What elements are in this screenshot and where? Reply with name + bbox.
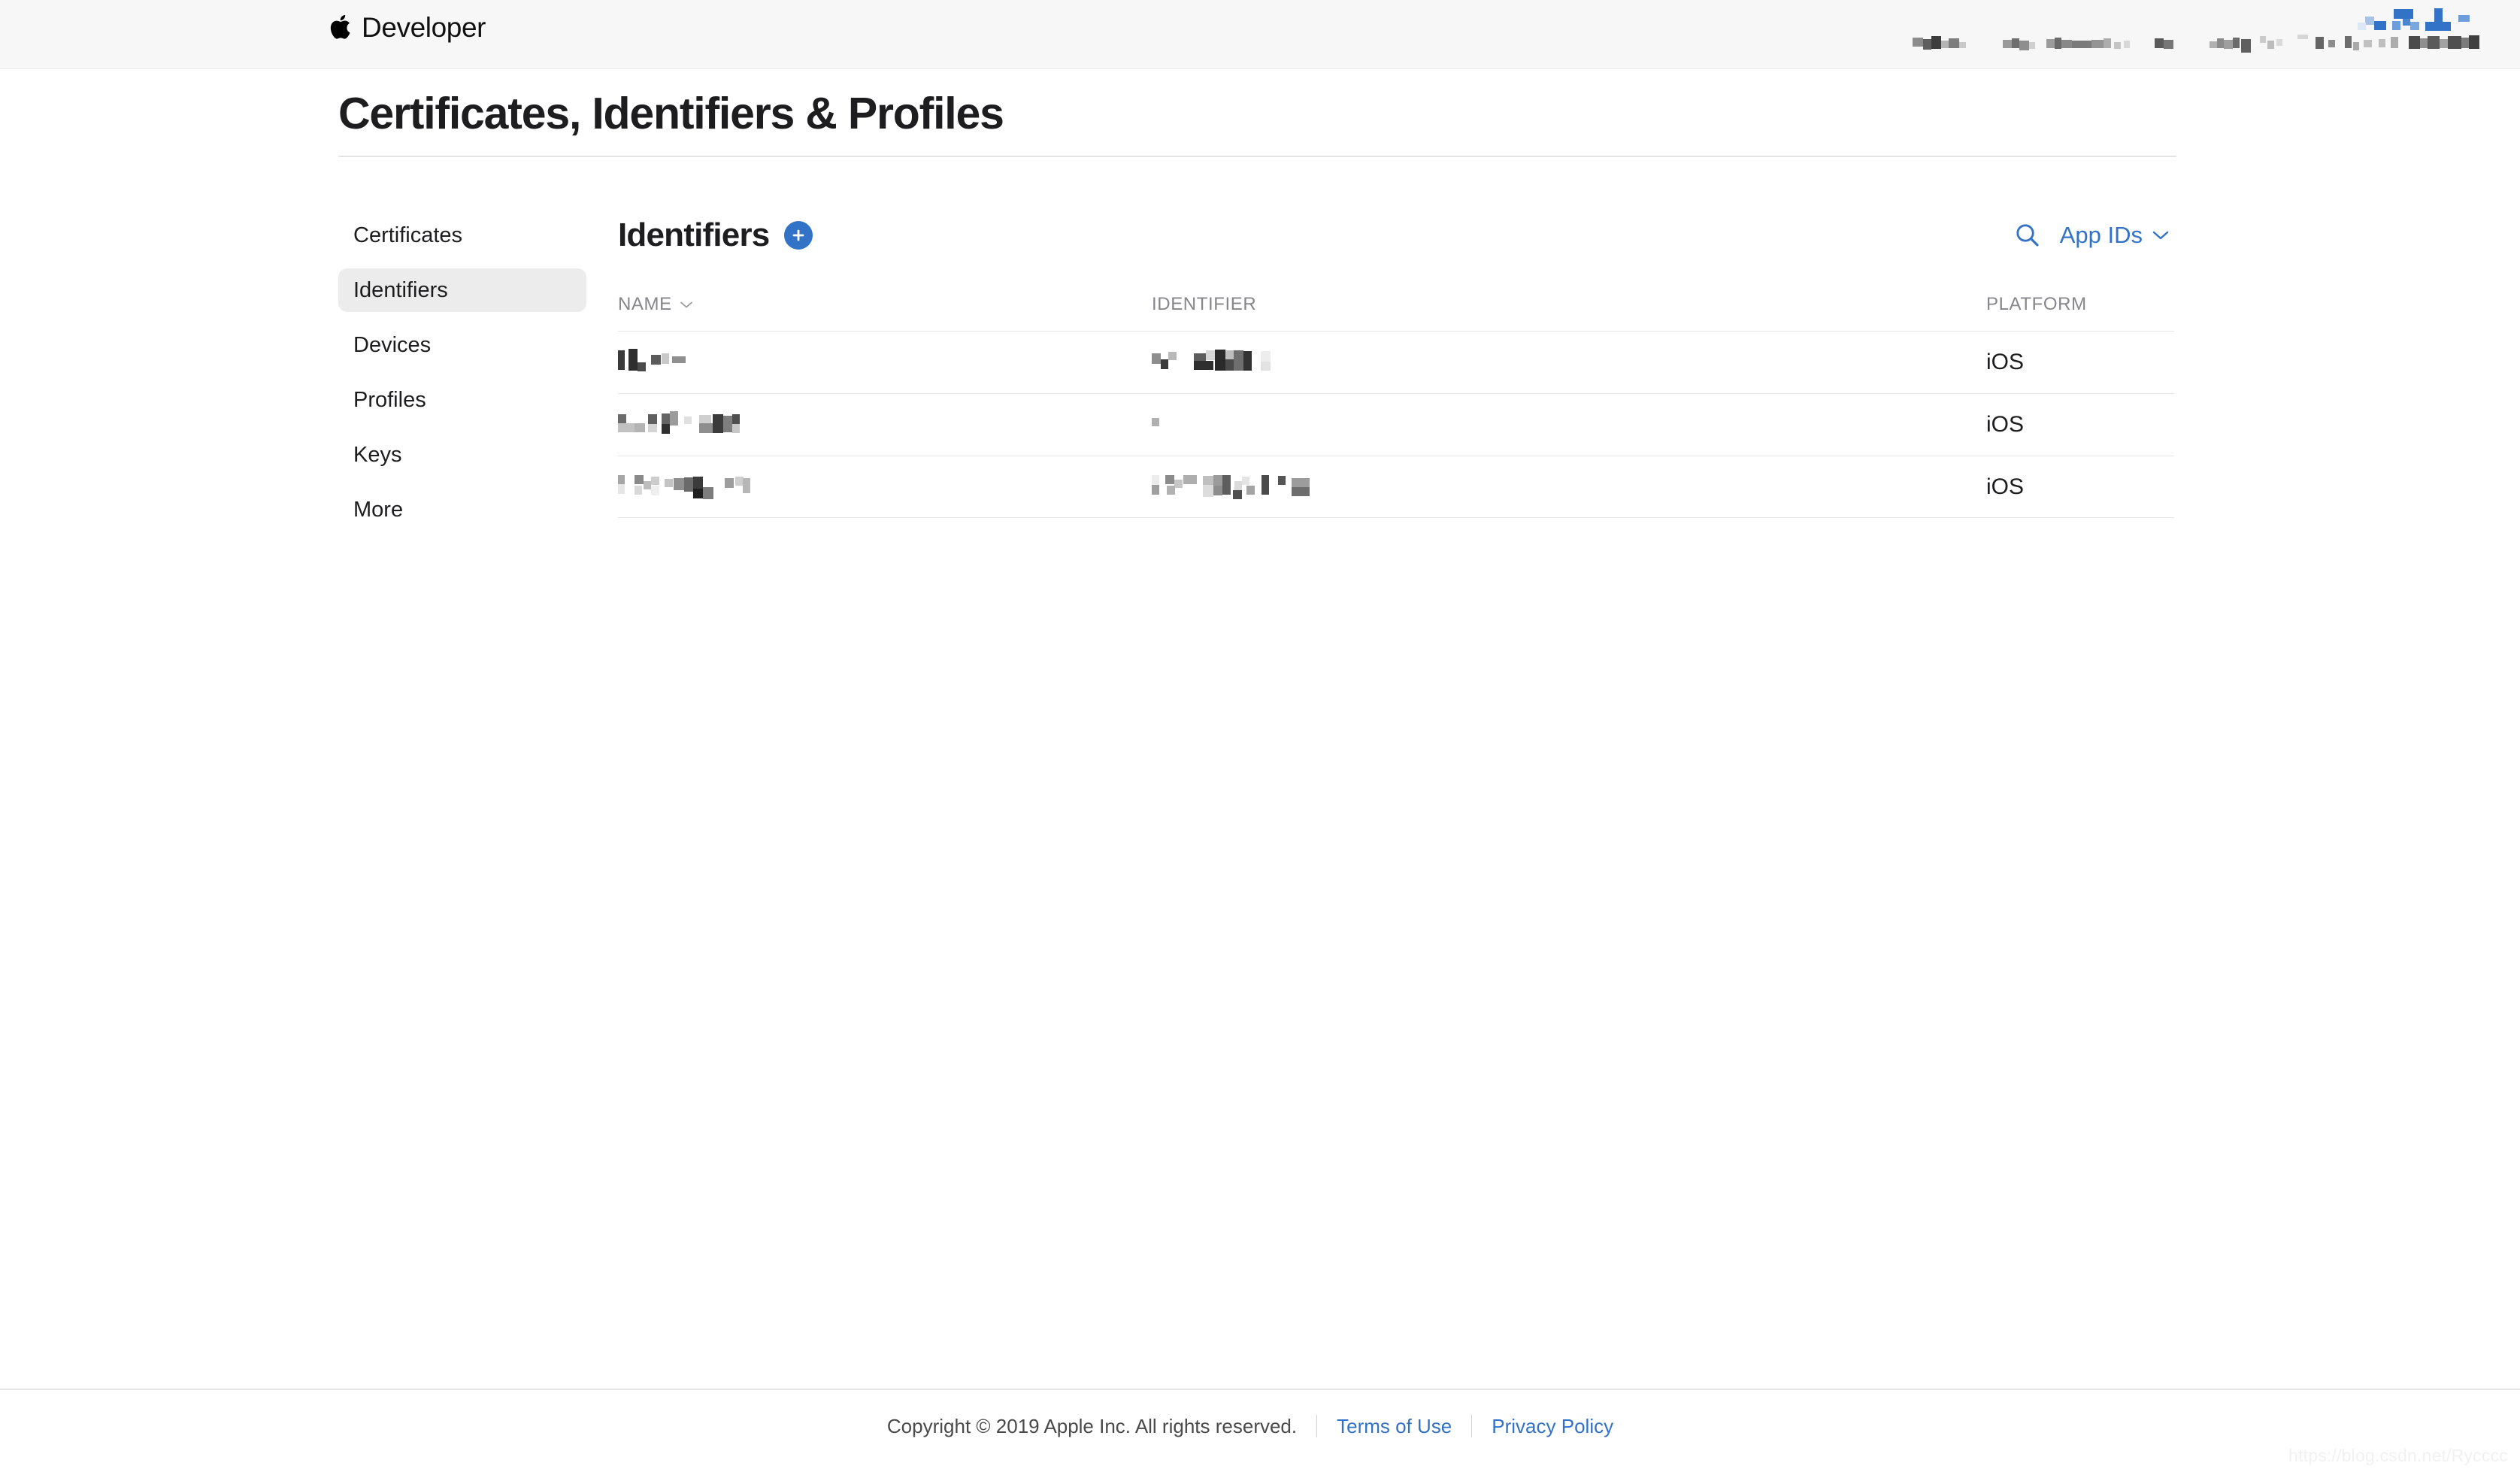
identifiers-table: NAME IDENTIFIER PLATFORM iOS iOS iOS	[618, 294, 2174, 518]
cell-platform: iOS	[1986, 474, 2025, 499]
platform-filter-label: App IDs	[2059, 222, 2143, 248]
cell-identifier-redacted	[1152, 394, 1986, 456]
cell-name-redacted	[618, 332, 1152, 393]
sidebar-item-certificates[interactable]: Certificates	[338, 214, 586, 257]
column-header-label: NAME	[618, 294, 672, 314]
copyright-text: Copyright © 2019 Apple Inc. All rights r…	[886, 1414, 1298, 1437]
privacy-policy-link[interactable]: Privacy Policy	[1472, 1415, 1633, 1438]
watermark-text: https://blog.csdn.net/Rycccc	[2288, 1446, 2508, 1465]
redacted-name-mosaic	[618, 411, 740, 434]
sidebar-item-more[interactable]: More	[338, 488, 586, 532]
table-row[interactable]: iOS	[618, 456, 2174, 518]
cell-platform: iOS	[1986, 412, 2025, 437]
apple-logo-icon	[329, 14, 351, 41]
sidebar-item-identifiers[interactable]: Identifiers	[338, 268, 586, 312]
column-header-label: PLATFORM	[1986, 294, 2087, 314]
platform-filter-dropdown[interactable]: App IDs	[2060, 222, 2169, 249]
sidebar-item-profiles[interactable]: Profiles	[338, 378, 586, 422]
sidebar-item-keys[interactable]: Keys	[338, 433, 586, 477]
apple-developer-brand[interactable]: Developer	[329, 9, 486, 45]
brand-wordmark: Developer	[362, 11, 486, 43]
page-title: Certificates, Identifiers & Profiles	[338, 89, 1004, 138]
table-header-row: NAME IDENTIFIER PLATFORM	[618, 294, 2174, 331]
redacted-name-mosaic	[618, 474, 750, 499]
redacted-identifier-mosaic	[1152, 418, 1159, 426]
cell-identifier-redacted	[1152, 332, 1986, 393]
column-header-id: IDENTIFIER	[1152, 294, 1986, 315]
magnifier-glyph	[2016, 224, 2039, 247]
terms-of-use-link[interactable]: Terms of Use	[1317, 1415, 1471, 1438]
main-panel-header: Identifiers App IDs	[618, 210, 2176, 260]
search-icon[interactable]	[2012, 220, 2043, 251]
column-header-label: IDENTIFIER	[1152, 294, 1257, 314]
table-row[interactable]: iOS	[618, 393, 2174, 456]
page-content: Certificates Identifiers Devices Profiles Ke…	[0, 210, 2520, 543]
redacted-nav-mosaic	[1913, 8, 2479, 53]
cell-platform: iOS	[1986, 350, 2025, 374]
chevron-down-icon	[2152, 231, 2169, 240]
redacted-identifier-mosaic	[1152, 474, 1310, 499]
global-navigation-bar: Developer	[0, 0, 2520, 69]
table-body: iOS iOS iOS	[618, 331, 2174, 518]
cell-name-redacted	[618, 456, 1152, 517]
page-header: Certificates, Identifiers & Profiles	[0, 89, 2520, 158]
sidebar-item-devices[interactable]: Devices	[338, 323, 586, 367]
cell-identifier-redacted	[1152, 456, 1986, 517]
main-panel-header-actions: App IDs	[2012, 220, 2169, 251]
sidebar-navigation: Certificates Identifiers Devices Profiles Ke…	[338, 210, 586, 543]
page-title-divider	[338, 156, 2176, 158]
app-page: Developer Certificates, Identifiers & Pr…	[0, 0, 2520, 1478]
main-panel: Identifiers App IDs NAME IDENTIFIER PLAT…	[586, 210, 2176, 518]
sort-chevron-down-icon	[680, 301, 692, 307]
redacted-name-mosaic	[618, 349, 686, 371]
column-header-platform: PLATFORM	[1986, 294, 2174, 315]
add-identifier-button[interactable]	[784, 221, 813, 250]
redacted-identifier-mosaic	[1152, 350, 1271, 371]
redacted-account-navigation[interactable]	[1913, 5, 2506, 65]
plus-icon	[793, 229, 804, 241]
cell-name-redacted	[618, 394, 1152, 456]
table-row[interactable]: iOS	[618, 331, 2174, 393]
main-heading: Identifiers	[618, 217, 770, 253]
page-footer: Copyright © 2019 Apple Inc. All rights r…	[0, 1389, 2520, 1478]
column-header-name[interactable]: NAME	[618, 294, 1152, 315]
